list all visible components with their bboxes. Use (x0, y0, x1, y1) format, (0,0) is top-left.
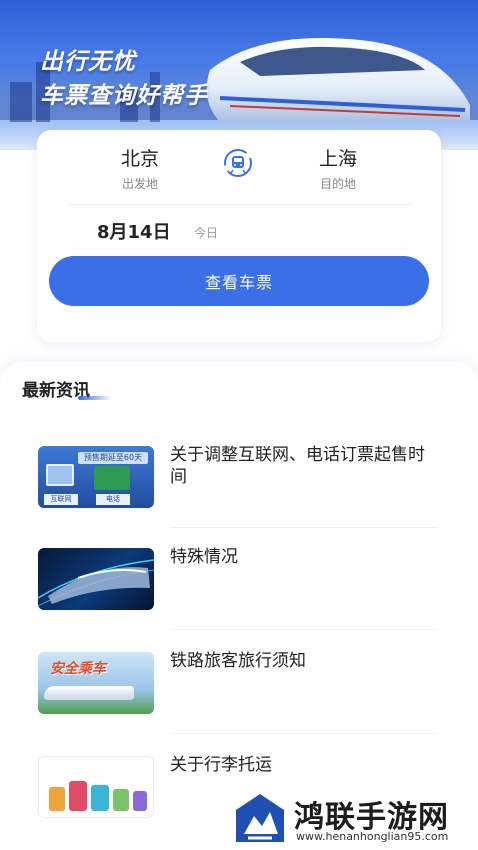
divider (170, 527, 438, 528)
news-item[interactable]: 特殊情况 (38, 538, 438, 630)
suitcase-icon (113, 789, 129, 811)
phone-icon (94, 466, 130, 490)
news-item-title: 关于行李托运 (170, 755, 272, 775)
view-tickets-button[interactable]: 查看车票 (49, 256, 429, 306)
arrival-city: 上海 (318, 148, 357, 170)
news-item-title: 特殊情况 (170, 547, 238, 567)
thumb-banner-text: 预售期延至60天 (78, 452, 148, 464)
swap-stations-icon[interactable] (223, 148, 253, 178)
hero-title-line2: 车票查询好帮手 (40, 83, 208, 109)
night-train-image (38, 548, 154, 610)
departure-label: 出发地 (121, 177, 158, 191)
safe-ride-train-image: 安全乘车 (38, 652, 154, 714)
divider (67, 204, 411, 205)
thumb-label-internet: 互联网 (44, 494, 78, 505)
departure-station[interactable]: 北京 出发地 (95, 144, 185, 192)
news-item-title: 关于调整互联网、电话订票起售时间 (170, 445, 425, 487)
arrival-station[interactable]: 上海 目的地 (293, 144, 383, 192)
suitcase-icon (133, 791, 147, 811)
suitcase-icon (91, 785, 109, 811)
suitcase-icon (49, 787, 65, 811)
high-speed-train-image (206, 38, 470, 122)
online-phone-ticket-image: 预售期延至60天 互联网 电话 (38, 446, 154, 508)
watermark: 鸿联手游网 www.henanhonglian95.com (232, 790, 472, 846)
departure-city: 北京 (120, 148, 159, 170)
watermark-logo-icon (236, 794, 284, 842)
watermark-url: www.henanhonglian95.com (296, 830, 449, 843)
ticket-search-card: 北京 出发地 上海 目的地 8月14日 今日 查看车票 (37, 130, 441, 342)
date-today-tag: 今日 (194, 226, 219, 240)
news-item[interactable]: 安全乘车 铁路旅客旅行须知 (38, 642, 438, 734)
train-icon (44, 686, 134, 700)
divider (170, 629, 438, 630)
suitcase-icon (69, 781, 87, 811)
hero-title-line1: 出行无忧 (40, 49, 136, 75)
news-item[interactable]: 预售期延至60天 互联网 电话 关于调整互联网、电话订票起售时间 (38, 436, 438, 528)
hero-banner: 出行无忧 车票查询好帮手 (0, 0, 478, 150)
heading-underline (78, 396, 112, 400)
thumb-slogan: 安全乘车 (50, 661, 106, 677)
luggage-image (38, 756, 154, 818)
thumb-label-phone: 电话 (96, 494, 130, 505)
divider (170, 733, 438, 734)
news-item-title: 铁路旅客旅行须知 (170, 651, 306, 671)
train-tunnel-graphic (38, 559, 154, 607)
arrival-label: 目的地 (319, 177, 356, 191)
departure-date[interactable]: 8月14日 (97, 218, 171, 244)
computer-icon (46, 464, 74, 486)
building (10, 82, 32, 122)
